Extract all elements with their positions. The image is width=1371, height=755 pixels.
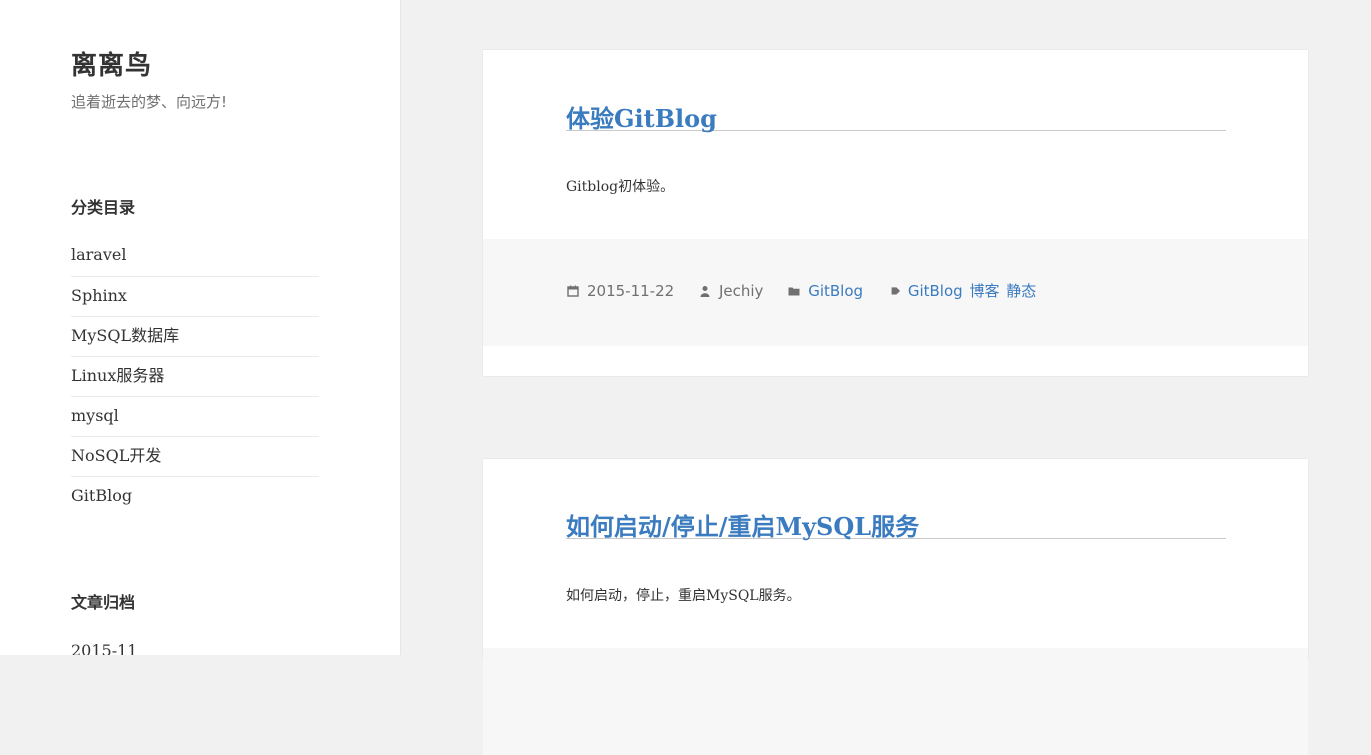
archive-link[interactable]: 2015-11 <box>71 632 319 655</box>
category-link-mysql-database[interactable]: MySQL数据库 <box>71 316 319 356</box>
post-category[interactable]: GitBlog <box>788 281 863 301</box>
categories-list: laravel Sphinx MySQL数据库 Linux服务器 mysql N… <box>71 236 319 516</box>
sidebar: 离离鸟 追着逝去的梦、向远方! 分类目录 laravel Sphinx MySQ… <box>0 0 401 655</box>
person-icon <box>700 286 710 297</box>
post-footer: 2015-11-22 Jechiy GitBlog GitBlog 博客 静态 <box>483 239 1308 346</box>
tag-link[interactable]: 静态 <box>1006 282 1036 300</box>
calendar-icon <box>567 285 579 297</box>
archives-widget-title: 文章归档 <box>71 593 136 612</box>
category-link-gitblog[interactable]: GitBlog <box>71 476 319 516</box>
post-footer <box>483 648 1308 755</box>
post-date[interactable]: 2015-11-22 <box>567 281 674 301</box>
post-excerpt: Gitblog初体验。 <box>566 179 675 195</box>
category-link-linux-server[interactable]: Linux服务器 <box>71 356 319 396</box>
categories-widget-title: 分类目录 <box>71 198 136 217</box>
post-meta: 2015-11-22 Jechiy GitBlog GitBlog 博客 静态 <box>567 281 1056 301</box>
tag-link[interactable]: 博客 <box>969 282 999 300</box>
category-link-nosql[interactable]: NoSQL开发 <box>71 436 319 476</box>
archives-list: 2015-11 <box>71 632 319 655</box>
category-link-laravel[interactable]: laravel <box>71 236 319 276</box>
tag-icon <box>891 287 900 295</box>
post-tags: GitBlog 博客 静态 <box>888 281 1036 301</box>
site-title[interactable]: 离离鸟 <box>71 48 152 84</box>
folder-icon <box>788 287 800 296</box>
category-link-mysql[interactable]: mysql <box>71 396 319 436</box>
post-title[interactable]: 如何启动/停止/重启MySQL服务 <box>566 508 1226 541</box>
tag-link[interactable]: GitBlog <box>908 282 963 300</box>
post-excerpt: 如何启动，停止，重启MySQL服务。 <box>566 588 801 604</box>
post-title[interactable]: 体验GitBlog <box>566 100 1226 133</box>
post-author[interactable]: Jechiy <box>699 281 763 301</box>
post-card: 如何启动/停止/重启MySQL服务 如何启动，停止，重启MySQL服务。 <box>483 459 1308 755</box>
post-card: 体验GitBlog Gitblog初体验。 2015-11-22 Jechiy <box>483 50 1308 376</box>
site-description: 追着逝去的梦、向远方! <box>71 93 228 111</box>
category-link-sphinx[interactable]: Sphinx <box>71 276 319 316</box>
